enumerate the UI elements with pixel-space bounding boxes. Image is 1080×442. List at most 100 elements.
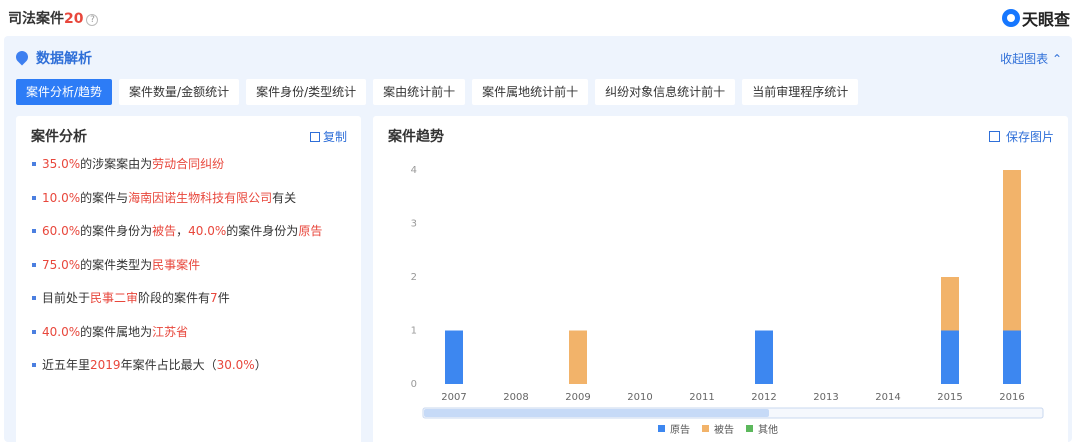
bullet-icon: [32, 363, 36, 367]
bullet-icon: [32, 229, 36, 233]
legend-swatch: [658, 425, 665, 432]
bar-被告-2016: [1003, 170, 1021, 331]
x-tick-label: 2008: [503, 392, 528, 403]
tab-case-count-amount[interactable]: 案件数量/金额统计: [119, 79, 240, 105]
legend-item[interactable]: 其他: [746, 421, 778, 436]
bar-被告-2009: [569, 330, 587, 384]
data-analysis-panel: 数据解析 收起图表 ⌃ 案件分析/趋势 案件数量/金额统计 案件身份/类型统计 …: [4, 36, 1072, 442]
highlight-text: 民事案件: [152, 257, 201, 272]
analysis-item-text: 10.0%的案件与海南因诺生物科技有限公司有关: [42, 190, 296, 206]
plain-text: 的案件类型为: [80, 257, 153, 272]
plain-text: 近五年里: [42, 358, 91, 372]
case-trend-chart: 0 1 2 3 4 2007 2008 2009 2010 2011 2012 2013 2014 201…: [411, 165, 1044, 419]
tab-case-identity-type[interactable]: 案件身份/类型统计: [246, 79, 367, 105]
bar-原告-2016: [1003, 330, 1021, 384]
analysis-item-text: 35.0%的涉案案由为劳动合同纠纷: [42, 156, 224, 172]
plain-text: 阶段的案件有: [138, 291, 211, 305]
analysis-item: 35.0%的涉案案由为劳动合同纠纷: [32, 156, 352, 190]
bar-原告-2012: [755, 330, 773, 384]
x-tick-label: 2010: [627, 392, 652, 403]
highlight-text: 江苏省: [152, 324, 189, 339]
brand-logo[interactable]: 天眼查: [1001, 6, 1070, 30]
highlight-text: 劳动合同纠纷: [152, 157, 225, 171]
legend-swatch: [702, 425, 709, 432]
plain-text: ，: [176, 224, 189, 238]
plain-text: 目前处于: [42, 291, 91, 305]
highlight-text: 75.0%: [42, 257, 81, 272]
bar-原告-2007: [445, 330, 463, 384]
save-image-button[interactable]: 保存图片: [988, 128, 1054, 145]
analysis-item: 75.0%的案件类型为民事案件: [32, 257, 352, 291]
zoom-slider-selection[interactable]: [424, 409, 769, 417]
legend-label: 被告: [714, 425, 734, 436]
tab-trial-procedure[interactable]: 当前审理程序统计: [742, 79, 859, 105]
case-trend-card: 案件趋势 保存图片 0 1 2 3 4 2007 2008 2009 2010 2011 2012 2…: [373, 116, 1068, 442]
legend-label: 其他: [758, 425, 778, 436]
legend-item[interactable]: 被告: [702, 421, 734, 436]
x-tick-label: 2014: [875, 392, 900, 403]
highlight-text: 海南因诺生物科技有限公司: [128, 190, 273, 205]
page-title-text: 司法案件: [8, 11, 64, 27]
highlight-text: 7: [210, 291, 218, 305]
copy-icon: [309, 131, 320, 142]
y-tick-label: 4: [411, 165, 417, 176]
analysis-item-text: 目前处于民事二审阶段的案件有7件: [42, 290, 230, 306]
analysis-icon: [13, 48, 31, 66]
copy-label: 复制: [322, 130, 347, 144]
case-analysis-card: 案件分析 复制 35.0%的涉案案由为劳动合同纠纷 10.0%的案件与海南因诺生物…: [16, 116, 361, 442]
legend-label: 原告: [670, 425, 690, 436]
y-tick-label: 2: [411, 272, 417, 283]
case-count: 20: [64, 11, 84, 27]
analysis-item-text: 40.0%的案件属地为江苏省: [42, 324, 188, 340]
copy-button[interactable]: 复制: [309, 128, 347, 145]
case-trend-title: 案件趋势: [388, 129, 444, 145]
x-tick-label: 2007: [441, 392, 466, 403]
plain-text: 的案件属地为: [80, 324, 153, 339]
plain-text: 年案件占比最大（: [120, 358, 217, 372]
plain-text: 有关: [272, 190, 297, 205]
x-tick-label: 2012: [751, 392, 776, 403]
highlight-text: 30.0%: [216, 358, 255, 372]
collapse-chart-button[interactable]: 收起图表 ⌃: [1000, 50, 1062, 67]
highlight-text: 40.0%: [42, 324, 81, 339]
bullet-icon: [32, 162, 36, 166]
tab-region-top10[interactable]: 案件属地统计前十: [472, 79, 589, 105]
analysis-item-text: 75.0%的案件类型为民事案件: [42, 257, 200, 273]
highlight-text: 原告: [298, 224, 323, 238]
highlight-text: 被告: [152, 224, 177, 238]
plain-text: 的涉案案由为: [80, 157, 153, 171]
tab-dispute-party-top10[interactable]: 纠纷对象信息统计前十: [595, 79, 736, 105]
top-bar: 司法案件20? 天眼查: [0, 0, 1080, 34]
chevron-up-icon: ⌃: [1051, 52, 1062, 66]
panel-header: 数据解析 收起图表 ⌃: [4, 36, 1072, 78]
highlight-text: 10.0%: [42, 190, 81, 205]
plain-text: 件: [217, 291, 230, 305]
brand-mark-icon: [1001, 9, 1020, 27]
plain-text: ）: [254, 358, 267, 372]
x-tick-label: 2009: [565, 392, 590, 403]
plain-text: 的案件身份为: [226, 224, 299, 238]
tab-cause-top10[interactable]: 案由统计前十: [373, 79, 466, 105]
analysis-item: 近五年里2019年案件占比最大（30.0%）: [32, 357, 352, 391]
y-tick-label: 3: [411, 219, 417, 230]
tab-bar: 案件分析/趋势 案件数量/金额统计 案件身份/类型统计 案由统计前十 案件属地统…: [16, 79, 865, 105]
save-image-label: 保存图片: [1005, 130, 1054, 144]
panel-title: 数据解析: [36, 51, 92, 67]
highlight-text: 60.0%: [42, 224, 81, 238]
analysis-item: 40.0%的案件属地为江苏省: [32, 324, 352, 358]
x-tick-label: 2013: [813, 392, 838, 403]
tab-case-analysis-trend[interactable]: 案件分析/趋势: [16, 79, 113, 105]
highlight-text: 2019: [90, 358, 121, 372]
y-tick-label: 1: [411, 326, 417, 337]
y-tick-label: 0: [411, 379, 417, 390]
analysis-item: 目前处于民事二审阶段的案件有7件: [32, 290, 352, 324]
legend-item[interactable]: 原告: [658, 421, 690, 436]
brand-name: 天眼查: [1021, 10, 1070, 29]
analysis-list: 35.0%的涉案案由为劳动合同纠纷 10.0%的案件与海南因诺生物科技有限公司有关…: [32, 156, 352, 391]
page-title: 司法案件20?: [8, 8, 99, 28]
bullet-icon: [32, 262, 36, 267]
analysis-item-text: 近五年里2019年案件占比最大（30.0%）: [42, 357, 267, 373]
help-icon[interactable]: ?: [86, 14, 99, 26]
bullet-icon: [32, 296, 36, 300]
x-tick-label: 2016: [999, 392, 1024, 403]
